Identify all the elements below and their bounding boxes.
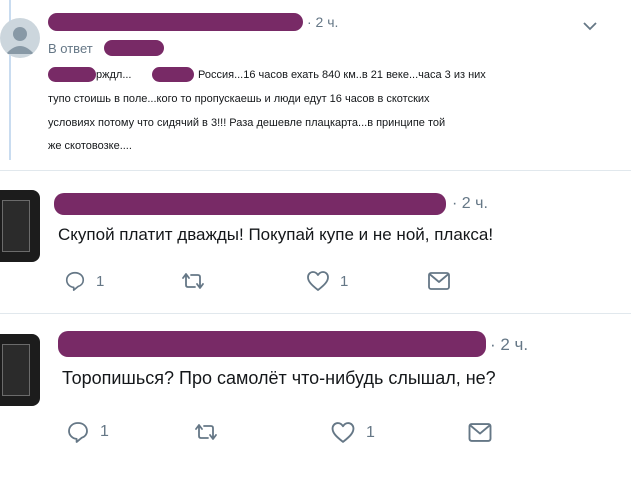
tweet-time[interactable]: · 2 ч. (452, 195, 488, 213)
reply-count: 1 (100, 423, 109, 440)
reply-icon (65, 271, 85, 291)
tweet-text-line: Россия...16 часов ехать 840 км..в 21 век… (198, 69, 486, 81)
tweet-text: Торопишься? Про самолёт что-нибудь слыша… (62, 368, 496, 388)
direct-message-action[interactable] (467, 422, 493, 443)
like-action[interactable]: 1 (306, 270, 348, 292)
redacted-username[interactable] (58, 331, 486, 357)
redacted-mention[interactable] (48, 67, 96, 82)
avatar-image (2, 344, 30, 396)
default-avatar-icon (6, 27, 34, 54)
retweet-action[interactable] (180, 270, 206, 292)
tweet-text: Скупой платит дважды! Покупай купе и не … (58, 225, 494, 244)
tweet-divider (0, 170, 631, 171)
tweet-time[interactable]: · 2 ч. (307, 14, 338, 30)
redacted-reply-handle[interactable] (104, 40, 164, 56)
tweet-time[interactable]: · 2 ч. (490, 335, 528, 355)
envelope-icon (468, 423, 492, 442)
avatar[interactable] (0, 334, 40, 406)
redacted-mention[interactable] (152, 67, 194, 82)
like-count: 1 (340, 272, 349, 290)
tweet-text-line: же скотовозке.... (48, 140, 132, 152)
tweet-divider (0, 313, 631, 314)
retweet-icon (195, 424, 217, 440)
chevron-down-icon[interactable] (583, 21, 597, 31)
redacted-username[interactable] (54, 193, 446, 215)
avatar[interactable] (0, 190, 40, 262)
direct-message-action[interactable] (427, 271, 451, 291)
reply-to-label: В ответ (48, 41, 93, 56)
reply-icon (68, 422, 88, 443)
envelope-icon (428, 272, 450, 290)
avatar-default[interactable] (0, 18, 40, 58)
like-count: 1 (366, 423, 375, 441)
tweet-text-fragment: рждл... (96, 69, 132, 81)
retweet-action[interactable] (192, 421, 220, 443)
reply-count: 1 (96, 272, 105, 290)
tweet-text-line: тупо стоишь в поле...кого то пропускаешь… (48, 93, 430, 105)
heart-icon (331, 422, 355, 443)
reply-action[interactable]: 1 (66, 420, 109, 444)
redacted-username[interactable] (48, 13, 303, 31)
retweet-icon (182, 273, 204, 289)
tweet-text-line: условиях потому что сидячий в 3!!! Раза … (48, 117, 446, 129)
reply-action[interactable]: 1 (64, 270, 104, 292)
avatar-image (2, 200, 30, 252)
like-action[interactable]: 1 (330, 421, 375, 444)
heart-icon (307, 271, 329, 291)
